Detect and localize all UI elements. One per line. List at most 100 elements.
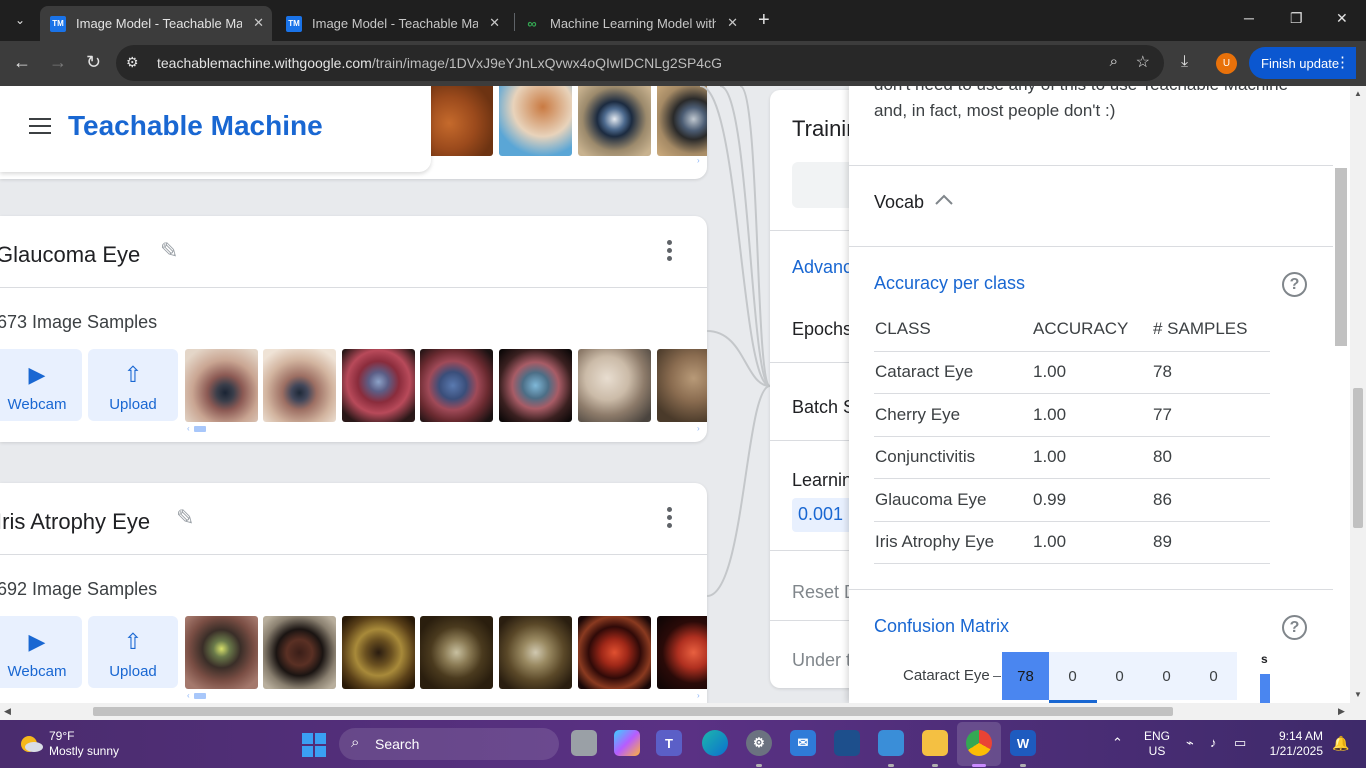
sample-thumbnail — [499, 616, 572, 689]
notification-bell-icon[interactable]: 🔔 — [1332, 735, 1349, 752]
thumbnail-scrollbar[interactable] — [194, 426, 206, 432]
sample-count: 673 Image Samples — [0, 312, 158, 332]
table-row: Cherry Eye 1.00 77 — [874, 393, 1270, 437]
volume-icon[interactable]: ♪ — [1210, 735, 1217, 750]
confusion-row-label: Cataract Eye — [903, 667, 990, 684]
copilot-icon[interactable] — [614, 730, 640, 756]
file-explorer-icon[interactable] — [922, 730, 948, 756]
class-name[interactable]: Iris Atrophy Eye — [0, 509, 150, 535]
maximize-window-icon[interactable]: ❐ — [1290, 10, 1303, 27]
sample-thumbnail — [185, 616, 258, 689]
settings-gear-icon[interactable]: ⚙ — [746, 730, 772, 756]
scroll-right-arrow-icon[interactable]: ▶ — [1338, 706, 1345, 717]
class-name[interactable]: Glaucoma Eye — [0, 242, 140, 268]
back-arrow-icon[interactable]: ← — [13, 52, 31, 73]
confusion-cell: 0 — [1049, 652, 1096, 700]
accuracy-table: CLASS ACCURACY # SAMPLES Cataract Eye 1.… — [874, 308, 1270, 564]
class-options-kebab-icon[interactable] — [660, 240, 678, 266]
mail-icon[interactable]: ✉ — [790, 730, 816, 756]
profile-avatar[interactable]: U — [1216, 53, 1237, 74]
table-header-row: CLASS ACCURACY # SAMPLES — [874, 308, 1270, 352]
teams-icon[interactable]: T — [656, 730, 682, 756]
minimize-window-icon[interactable]: ─ — [1244, 10, 1254, 26]
weather-sunny-icon[interactable] — [18, 732, 44, 754]
zoom-icon[interactable]: ⌕ — [1110, 53, 1118, 70]
webcam-button[interactable]: ▶ Webcam — [0, 349, 82, 421]
column-header: # SAMPLES — [1152, 308, 1270, 352]
tab-image-model-2[interactable]: TM Image Model - Teachable Machine ✕ — [276, 6, 508, 41]
webcam-button[interactable]: ▶ Webcam — [0, 616, 82, 688]
windows-start-icon[interactable] — [302, 733, 326, 757]
scroll-down-arrow-icon[interactable]: ▼ — [1354, 690, 1362, 699]
tab-search-chevron-icon[interactable]: ⌄ — [6, 7, 34, 33]
time: 9:14 AM — [1278, 729, 1323, 743]
network-icon[interactable]: ⌁ — [1186, 735, 1194, 751]
url-text[interactable]: teachablemachine.withgoogle.com/train/im… — [157, 55, 722, 71]
app-logo[interactable]: Teachable Machine — [68, 110, 323, 142]
class-cell: Glaucoma Eye — [874, 478, 1032, 522]
thumbnail-scrollbar[interactable] — [194, 693, 206, 699]
sample-count: 692 Image Samples — [0, 579, 158, 599]
tab-image-model-1[interactable]: TM Image Model - Teachable Machine ✕ — [40, 6, 272, 41]
taskbar-search[interactable]: ⌕ Search — [339, 728, 559, 760]
language-indicator[interactable]: ENG US — [1144, 729, 1170, 759]
clock[interactable]: 9:14 AM 1/21/2025 — [1265, 729, 1323, 759]
help-question-icon[interactable]: ? — [1282, 615, 1307, 640]
chrome-icon[interactable] — [966, 730, 992, 756]
battery-icon[interactable]: ▭ — [1234, 735, 1246, 751]
download-icon[interactable]: ⤓ — [1181, 53, 1188, 71]
class-options-kebab-icon[interactable] — [660, 507, 678, 533]
upload-button[interactable]: ⇧ Upload — [88, 349, 178, 421]
page-horizontal-scrollbar[interactable]: ◀ ▶ — [0, 703, 1366, 720]
url-path: /train/image/1DVxJ9eYJnLxQvwx4oQIwIDCNLg… — [371, 55, 722, 71]
edge-icon[interactable] — [702, 730, 728, 756]
show-hidden-icons-chevron-icon[interactable]: ⌃ — [1112, 735, 1123, 751]
divider — [0, 554, 707, 555]
panel-scrollbar-thumb[interactable] — [1335, 168, 1347, 346]
reload-icon[interactable]: ↻ — [86, 52, 101, 73]
scroll-left-arrow-icon[interactable]: ◀ — [4, 706, 11, 717]
confusion-cell: 0 — [1190, 652, 1237, 700]
close-tab-icon[interactable]: ✕ — [489, 15, 500, 31]
page-vertical-scrollbar[interactable]: ▲ ▼ — [1350, 86, 1366, 703]
browser-menu-icon[interactable]: ⋮ — [1335, 53, 1350, 71]
word-icon[interactable]: W — [1010, 730, 1036, 756]
vocab-toggle[interactable]: Vocab — [874, 192, 924, 213]
task-view-icon[interactable] — [571, 730, 597, 756]
finish-update-button[interactable]: Finish update ⋮ — [1249, 47, 1356, 79]
temperature: 79°F — [49, 729, 75, 743]
color-scale-bar — [1260, 674, 1270, 703]
scroll-up-arrow-icon[interactable]: ▲ — [1354, 89, 1362, 98]
column-header: ACCURACY — [1032, 308, 1152, 352]
horizontal-scrollbar-thumb[interactable] — [93, 707, 1173, 716]
samples-cell: 78 — [1152, 351, 1270, 394]
new-tab-plus-icon[interactable]: + — [758, 9, 770, 32]
photos-app-icon[interactable] — [878, 730, 904, 756]
address-bar[interactable]: ⚙ teachablemachine.withgoogle.com/train/… — [116, 45, 1164, 81]
vertical-scrollbar-thumb[interactable] — [1353, 388, 1363, 528]
close-tab-icon[interactable]: ✕ — [253, 15, 264, 31]
site-info-icon[interactable]: ⚙ — [126, 54, 139, 71]
chevron-up-icon[interactable] — [934, 192, 954, 206]
scroll-left-arrow-icon[interactable]: ‹ — [187, 424, 190, 433]
close-tab-icon[interactable]: ✕ — [727, 15, 738, 31]
search-label: Search — [375, 736, 420, 752]
panel-scrollbar[interactable] — [1333, 86, 1350, 703]
browser-tab-strip: ⌄ TM Image Model - Teachable Machine ✕ T… — [0, 0, 1366, 41]
table-row: Iris Atrophy Eye 1.00 89 — [874, 521, 1270, 564]
menu-hamburger-icon[interactable] — [29, 118, 51, 134]
samples-cell: 86 — [1152, 478, 1270, 522]
forward-arrow-icon[interactable]: → — [49, 52, 67, 73]
scroll-left-arrow-icon[interactable]: ‹ — [187, 691, 190, 700]
page-viewport: › Teachable Machine Glaucoma Eye ✎ 673 I… — [0, 86, 1350, 703]
app-header: Teachable Machine — [0, 86, 431, 172]
close-window-icon[interactable]: ✕ — [1336, 10, 1348, 27]
terminal-app-icon[interactable] — [834, 730, 860, 756]
edit-pencil-icon[interactable]: ✎ — [160, 238, 178, 264]
weather-widget[interactable]: 79°F Mostly sunny — [49, 729, 119, 759]
upload-button[interactable]: ⇧ Upload — [88, 616, 178, 688]
help-question-icon[interactable]: ? — [1282, 272, 1307, 297]
tab-ml-model[interactable]: ∞ Machine Learning Model with Teachable … — [514, 6, 746, 41]
bookmark-star-icon[interactable]: ☆ — [1136, 52, 1150, 72]
edit-pencil-icon[interactable]: ✎ — [176, 505, 194, 531]
